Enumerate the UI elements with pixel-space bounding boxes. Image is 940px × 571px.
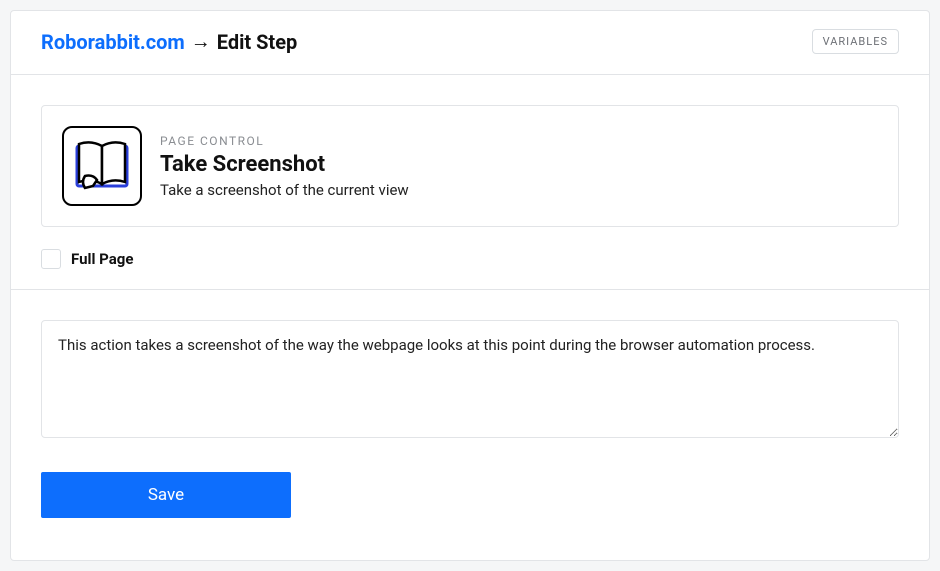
step-title: Take Screenshot [160,152,409,177]
step-category: PAGE CONTROL [160,134,409,148]
book-icon [62,126,142,206]
edit-step-panel: Roborabbit.com → Edit Step VARIABLES PAG… [10,10,930,561]
header: Roborabbit.com → Edit Step VARIABLES [11,11,929,75]
variables-button[interactable]: VARIABLES [812,29,899,54]
breadcrumb-arrow-icon: → [191,29,211,54]
breadcrumb-link-home[interactable]: Roborabbit.com [41,30,185,54]
step-card-text: PAGE CONTROL Take Screenshot Take a scre… [160,134,409,199]
breadcrumb-current: Edit Step [217,30,298,54]
step-card: PAGE CONTROL Take Screenshot Take a scre… [41,105,899,227]
save-button[interactable]: Save [41,472,291,518]
full-page-checkbox[interactable] [41,249,61,269]
step-description: Take a screenshot of the current view [160,181,409,199]
full-page-label: Full Page [71,250,133,268]
breadcrumb: Roborabbit.com → Edit Step [41,29,297,54]
full-page-option: Full Page [41,249,899,269]
step-config-section: PAGE CONTROL Take Screenshot Take a scre… [11,75,929,290]
description-section: Save [11,290,929,548]
description-textarea[interactable] [41,320,899,438]
